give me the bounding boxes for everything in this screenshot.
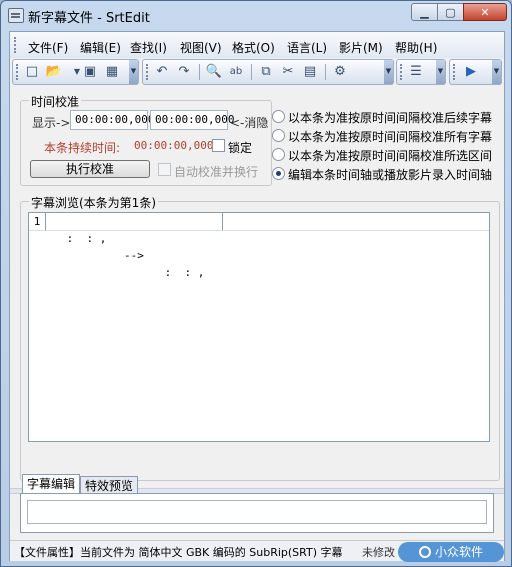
radio-calibrate-selection[interactable] [272, 148, 285, 161]
toolbar-edit: ↶ ↷ 🔍 ab ⧉ ✂ ▤ ⚙ ▼ [142, 59, 394, 85]
menu-view[interactable]: 视图(V) [180, 39, 222, 56]
cut-icon[interactable]: ✂ [279, 63, 297, 81]
watermark-logo-icon [418, 546, 431, 558]
toolbar-grip-icon[interactable] [146, 64, 148, 80]
toolbar-grip-icon[interactable] [16, 64, 18, 80]
duration-label: 本条持续时间: [44, 141, 121, 155]
menu-grip-icon[interactable] [14, 37, 19, 53]
toolbar-list: ☰ ▼ [396, 59, 446, 85]
start-time-field[interactable]: 00:00:00,000 [70, 110, 154, 130]
toolbar-grip-icon[interactable] [453, 64, 455, 80]
end-time-field[interactable]: 00:00:00,000 [150, 110, 234, 130]
toolbar-overflow-icon[interactable]: ▼ [384, 60, 393, 84]
radio-calibrate-all-label[interactable]: 以本条为准按原时间间隔校准所有字幕 [288, 128, 492, 145]
toolbar-overflow-icon[interactable]: ▼ [492, 60, 501, 84]
find-icon[interactable]: 🔍 [205, 63, 223, 81]
row-index: 1 [29, 213, 46, 230]
redo-icon[interactable]: ↷ [175, 63, 193, 81]
copy-icon[interactable]: ⧉ [257, 63, 275, 81]
app-window: 新字幕文件 - SrtEdit ▁ ▢ ✕ 文件(F) 编辑(E) 查找(I) … [0, 0, 512, 567]
play-icon[interactable]: ▶ [462, 63, 480, 81]
table-row[interactable]: 1 : : , --> : : , [29, 213, 489, 279]
menu-edit[interactable]: 编辑(E) [80, 39, 121, 56]
toolbar-play: ▶ ▼ [449, 59, 502, 85]
close-button[interactable]: ✕ [463, 3, 507, 21]
subtitle-browse-label: 字幕浏览(本条为第1条) [29, 194, 158, 211]
radio-calibrate-selection-label[interactable]: 以本条为准按原时间间隔校准所选区间 [288, 147, 492, 164]
row-arrow: --> [124, 249, 144, 262]
undo-icon[interactable]: ↶ [153, 63, 171, 81]
window-title: 新字幕文件 - SrtEdit [28, 11, 150, 26]
maximize-button[interactable]: ▢ [437, 3, 464, 21]
radio-edit-timeline-label[interactable]: 编辑本条时间轴或播放影片录入时间轴 [288, 166, 492, 183]
tab-subtitle-edit[interactable]: 字幕编辑 [22, 474, 80, 494]
minimize-button[interactable]: ▁ [411, 3, 438, 21]
radio-calibrate-following-label[interactable]: 以本条为准按原时间间隔校准后续字幕 [288, 109, 492, 126]
display-label: 显示-> [32, 116, 71, 130]
lock-checkbox[interactable] [212, 139, 225, 152]
radio-calibrate-following[interactable] [272, 110, 285, 123]
status-modified: 未修改 [362, 546, 395, 559]
menu-bar: 文件(F) 编辑(E) 查找(I) 视图(V) 格式(O) 语言(L) 影片(M… [10, 32, 504, 58]
client-area: 文件(F) 编辑(E) 查找(I) 视图(V) 格式(O) 语言(L) 影片(M… [9, 31, 505, 562]
watermark-text: 小众软件 [434, 545, 483, 559]
auto-calibrate-checkbox[interactable] [158, 163, 171, 176]
title-bar[interactable]: 新字幕文件 - SrtEdit ▁ ▢ ✕ [1, 1, 511, 29]
radio-calibrate-all[interactable] [272, 129, 285, 142]
toolbar-file: □ 📂 ▼ ▣ ▦ ▼ [12, 59, 139, 85]
status-bar: 【文件属性】当前文件为 简体中文 GBK 编码的 SubRip(SRT) 字幕 … [10, 540, 504, 562]
subtitle-list[interactable]: 1 : : , --> : : , [28, 212, 490, 442]
app-icon[interactable] [8, 8, 24, 23]
row-end-time: : : , [158, 266, 205, 279]
new-file-icon[interactable]: □ [23, 63, 41, 81]
time-calibration-label: 时间校准 [29, 93, 82, 110]
menu-file[interactable]: 文件(F) [28, 39, 68, 56]
menu-find[interactable]: 查找(I) [130, 39, 167, 56]
menu-format[interactable]: 格式(O) [232, 39, 275, 56]
toolbar-separator [251, 64, 252, 80]
toolbar-separator [199, 64, 200, 80]
save-icon[interactable]: ▣ [81, 63, 99, 81]
toolbar-overflow-icon[interactable]: ▼ [129, 60, 138, 84]
subtitle-edit-panel [20, 493, 494, 533]
auto-calibrate-label: 自动校准并换行 [174, 165, 259, 179]
menu-language[interactable]: 语言(L) [287, 39, 327, 56]
paste-icon[interactable]: ▤ [301, 63, 319, 81]
cancel-label[interactable]: <-消隐 [230, 114, 268, 131]
list-icon[interactable]: ☰ [407, 63, 425, 81]
toolbar-overflow-icon[interactable]: ▼ [436, 60, 445, 84]
row-start-time: : : , [60, 232, 107, 245]
radio-edit-timeline[interactable] [272, 167, 285, 180]
lock-label: 锁定 [228, 141, 253, 155]
options-icon[interactable]: ⚙ [331, 63, 349, 81]
status-file-info: 【文件属性】当前文件为 简体中文 GBK 编码的 SubRip(SRT) 字幕 [14, 546, 343, 559]
toolbar-separator [325, 64, 326, 80]
row-timing: : : , --> : : , [46, 213, 223, 279]
subtitle-text-input[interactable] [27, 500, 487, 524]
tab-effect-preview[interactable]: 特效预览 [80, 476, 138, 494]
duration-value: 00:00:00,000 [134, 139, 214, 152]
execute-calibration-button[interactable]: 执行校准 [30, 160, 150, 178]
toolbar-grip-icon[interactable] [400, 64, 402, 80]
save-all-icon[interactable]: ▦ [103, 63, 121, 81]
menu-movie[interactable]: 影片(M) [339, 39, 383, 56]
menu-help[interactable]: 帮助(H) [395, 39, 437, 56]
watermark-badge: 小众软件 [398, 542, 504, 562]
open-folder-icon[interactable]: 📂 [45, 63, 63, 81]
replace-icon[interactable]: ab [227, 63, 245, 81]
